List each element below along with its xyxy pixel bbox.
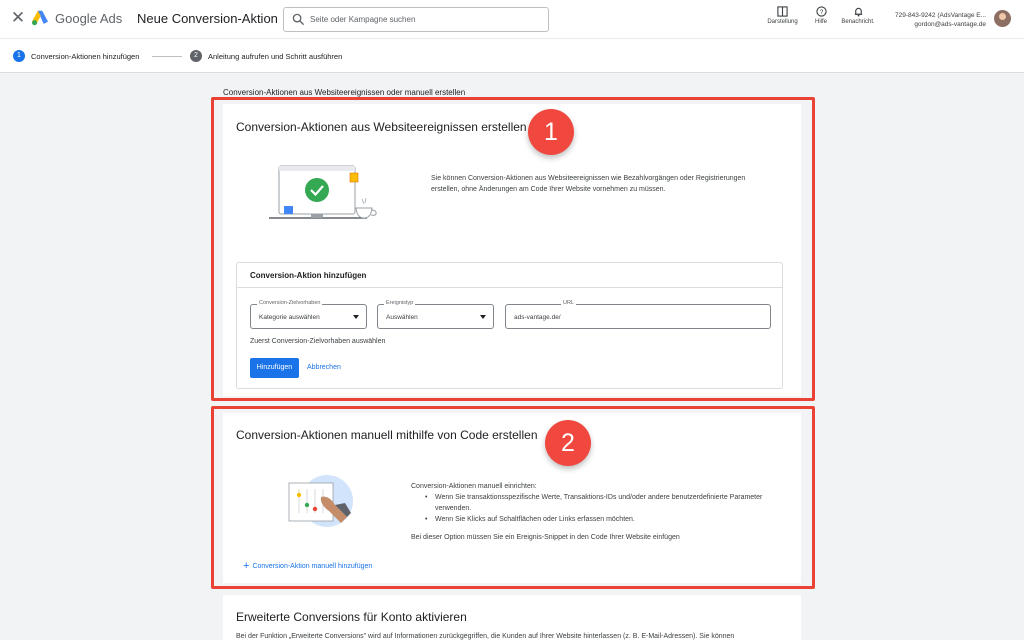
code-illustration [288,475,353,527]
form-hint: Zuerst Conversion-Zielvorhaben auswählen [250,338,386,345]
event-type-value: Auswählen [386,314,418,321]
account-info[interactable]: 729-843-9242 (AdsVantage E... gordon@ads… [895,11,986,29]
dropdown-arrow-icon [353,315,359,319]
top-bar: ✕ Google Ads Neue Conversion-Aktion Seit… [0,0,1024,38]
bullet-icon: • [425,516,428,523]
event-type-select[interactable]: Ereignistyp Auswählen [377,300,494,329]
conversion-goal-label: Conversion-Zielvorhaben [257,300,323,306]
plus-icon: + [243,560,250,572]
card-2-bullet-1: Wenn Sie transaktionsspezifische Werte, … [435,494,763,512]
dropdown-arrow-icon [480,315,486,319]
card-3-text: Bei der Funktion „Erweiterte Conversions… [236,633,735,640]
computer-illustration [269,165,377,219]
add-conversion-form: Conversion-Aktion hinzufügen Conversion-… [236,262,783,389]
url-label: URL [561,300,577,306]
account-email: gordon@ads-vantage.de [914,21,986,28]
account-id: 729-843-9242 (AdsVantage E... [895,12,986,19]
card-2-bullet-2: Wenn Sie Klicks auf Schaltflächen oder L… [435,516,635,523]
card-2-intro: Conversion-Aktionen manuell einrichten: [411,483,537,490]
google-ads-logo [32,10,48,26]
bell-icon [854,7,862,17]
appearance-icon [777,6,788,17]
search-placeholder: Seite oder Kampagne suchen [310,15,416,24]
card-2-note: Bei dieser Option müssen Sie ein Ereigni… [411,534,680,541]
conversion-goal-select[interactable]: Conversion-Zielvorhaben Kategorie auswäh… [250,300,367,329]
event-type-label: Ereignistyp [384,300,416,306]
step-2-number: 2 [190,50,202,62]
badge-2: 2 [545,420,591,466]
add-manual-conversion-link[interactable]: + Conversion-Aktion manuell hinzufügen [243,560,372,572]
brand-name: Google Ads [55,11,123,26]
appearance-button[interactable]: Darstellung [764,6,801,25]
section-heading: Conversion-Aktionen aus Websiteereigniss… [223,88,466,97]
card-2-title: Conversion-Aktionen manuell mithilfe von… [236,428,538,442]
url-value: ads-vantage.de/ [514,314,561,321]
help-label: Hilfe [814,19,827,25]
url-input[interactable]: URL ads-vantage.de/ [505,300,771,329]
add-manual-conversion-label: Conversion-Aktion manuell hinzufügen [252,563,373,570]
form-divider [237,287,782,288]
conversion-goal-value: Kategorie auswählen [259,314,320,321]
badge-1: 1 [528,109,574,155]
cancel-button[interactable]: Abbrechen [307,364,341,371]
step-2-label[interactable]: Anleitung aufrufen und Schritt ausführen [208,52,342,61]
notifications-button[interactable]: Benachricht. [838,6,878,25]
step-1-number: 1 [13,50,25,62]
list-item: • Wenn Sie transaktionsspezifische Werte… [411,492,791,514]
bullet-icon: • [425,494,428,501]
step-connector [152,56,182,57]
search-input[interactable]: Seite oder Kampagne suchen [283,7,549,32]
appearance-label: Darstellung [767,19,798,25]
step-1-label[interactable]: Conversion-Aktionen hinzufügen [31,52,139,61]
page-title: Neue Conversion-Aktion [137,11,278,26]
form-title: Conversion-Aktion hinzufügen [250,271,367,280]
svg-text:?: ? [819,9,823,16]
list-item: • Wenn Sie Klicks auf Schaltflächen oder… [411,514,791,525]
help-button[interactable]: ? Hilfe [810,6,832,25]
avatar[interactable] [994,10,1011,27]
close-icon[interactable]: ✕ [10,9,26,27]
help-icon: ? [815,6,827,17]
search-icon [292,13,305,26]
card-2-text: Conversion-Aktionen manuell einrichten: … [411,481,791,543]
card-3-title: Erweiterte Conversions für Konto aktivie… [236,610,467,624]
stepper: 1 Conversion-Aktionen hinzufügen 2 Anlei… [0,38,1024,73]
card-1-description: Sie können Conversion-Aktionen aus Websi… [431,175,746,193]
add-button[interactable]: Hinzufügen [250,358,299,378]
card-1-title: Conversion-Aktionen aus Websiteereigniss… [236,120,527,134]
notifications-label: Benachricht. [841,19,875,25]
